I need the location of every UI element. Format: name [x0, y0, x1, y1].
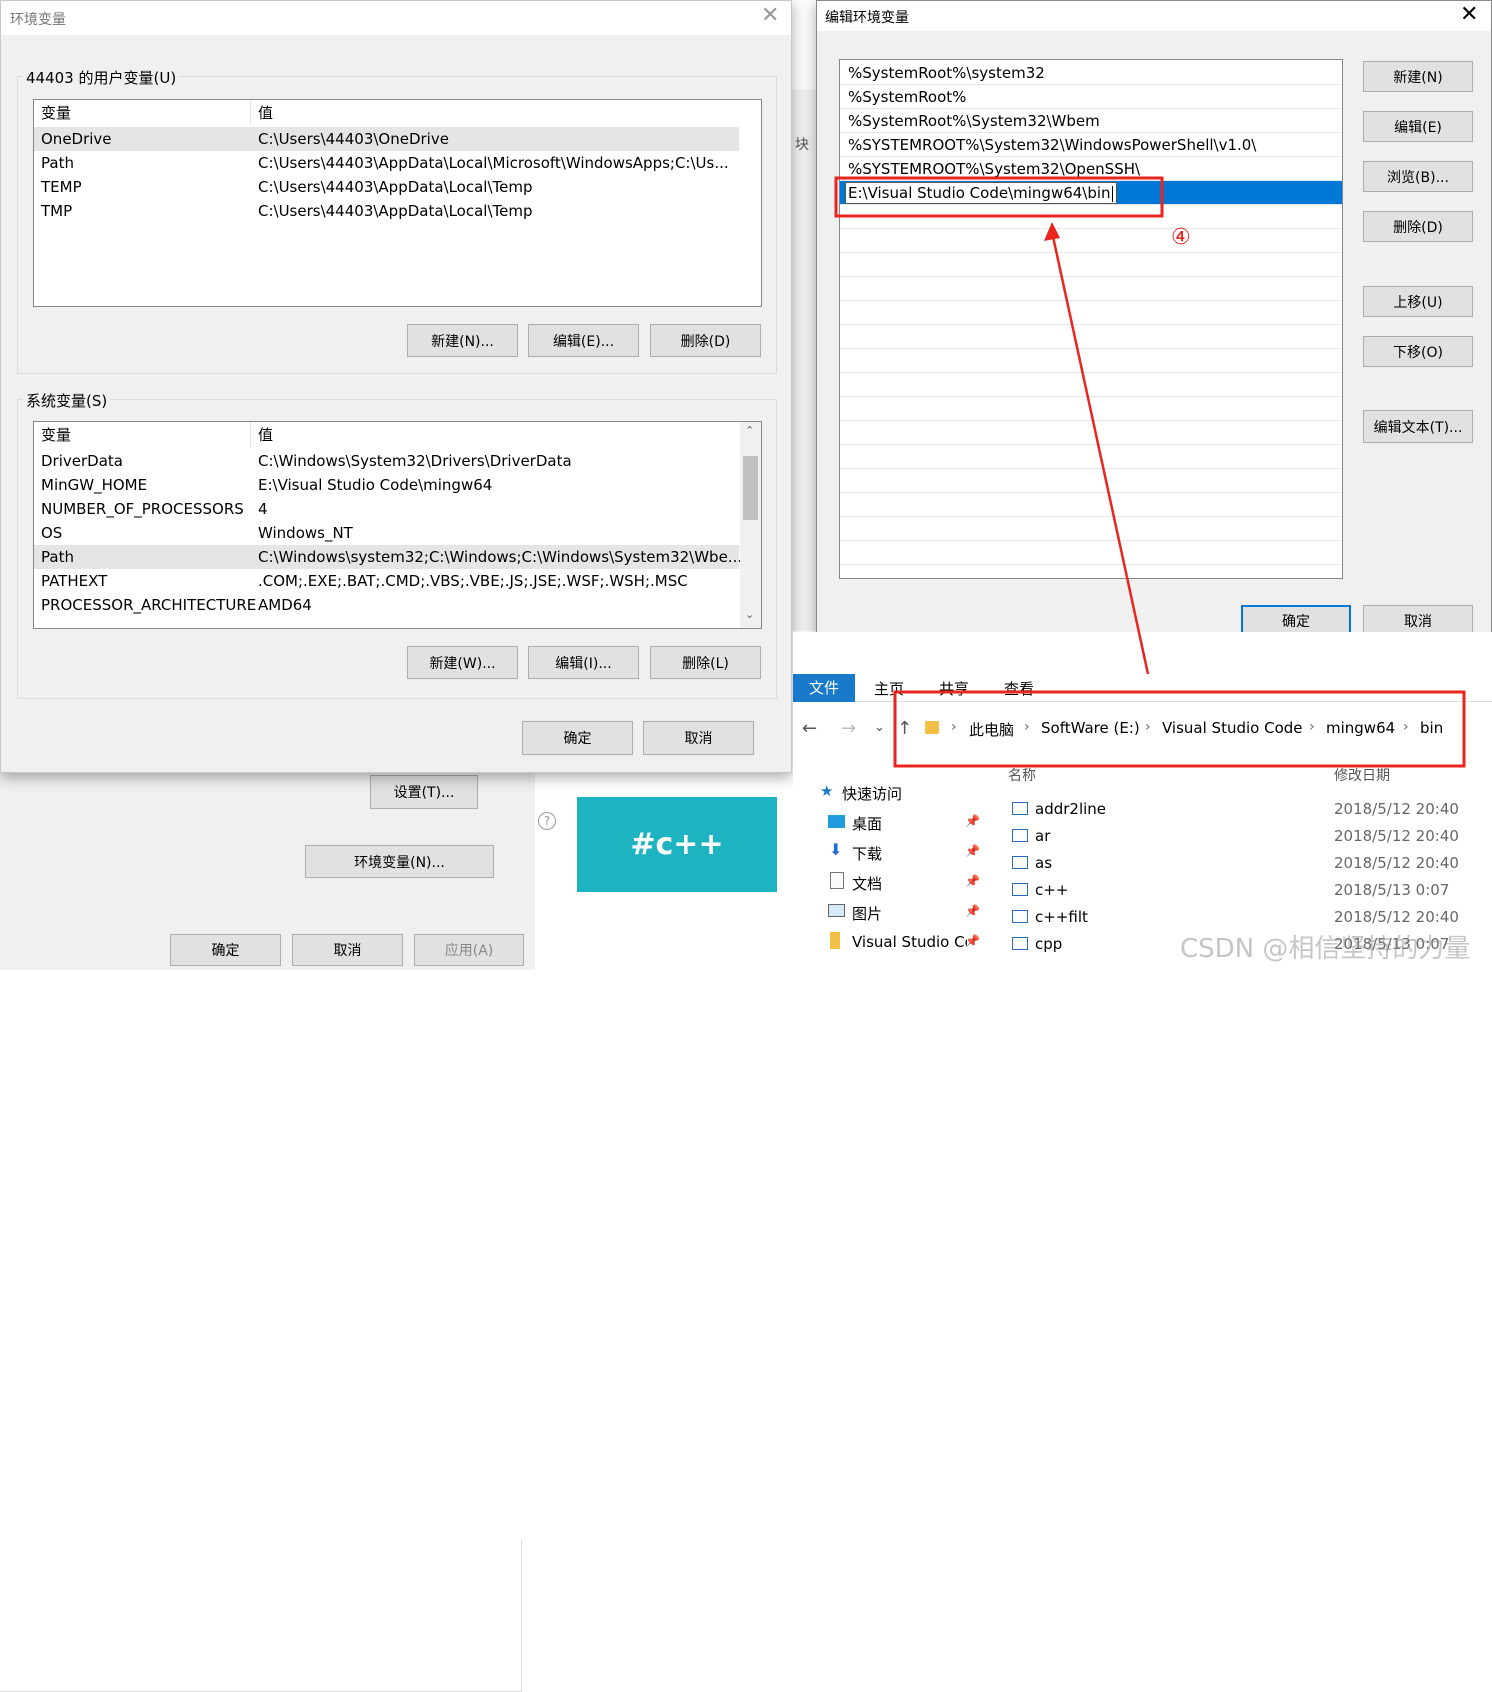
- annotation-arrowhead: [1044, 222, 1060, 241]
- highlight-box-breadcrumb: [893, 690, 1466, 768]
- step-number-label: ④: [1171, 225, 1191, 250]
- annotation-arrow-line: [1050, 231, 1150, 675]
- watermark: CSDN @相信坚持的力量: [1180, 934, 1471, 964]
- annotation-layer: [834, 176, 1466, 768]
- highlight-box-input: [834, 176, 1164, 218]
- advanced-panel: [0, 1540, 522, 1692]
